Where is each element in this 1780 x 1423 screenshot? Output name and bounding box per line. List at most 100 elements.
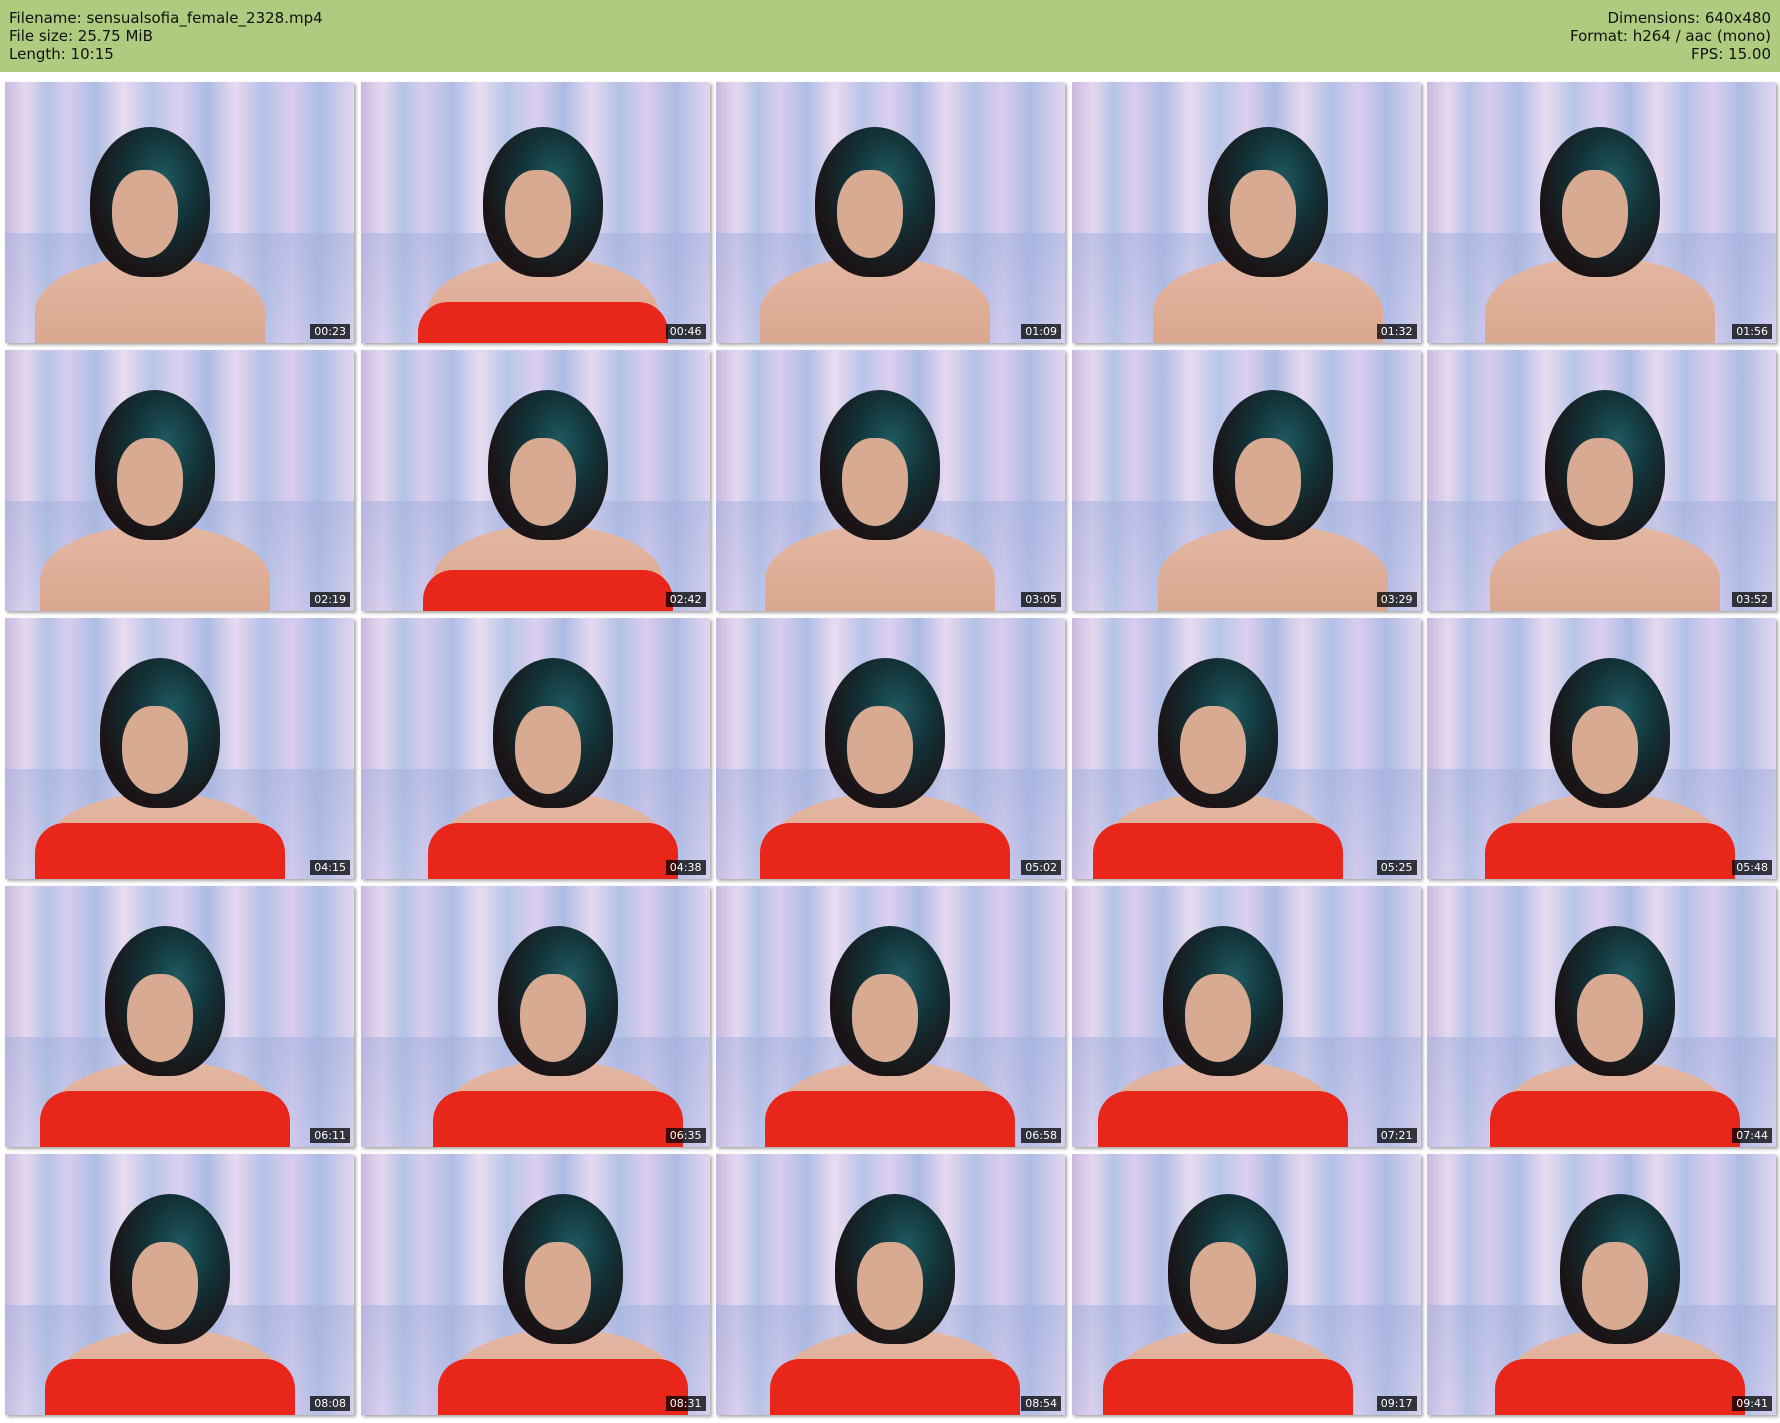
video-frame-thumbnail[interactable]: 01:32 — [1071, 82, 1421, 343]
video-frame-thumbnail[interactable]: 06:58 — [716, 886, 1065, 1147]
person-face — [1582, 1242, 1648, 1330]
person-face — [514, 706, 581, 794]
timestamp-label: 08:31 — [665, 1396, 706, 1411]
person-face — [1179, 706, 1246, 794]
video-frame-thumbnail[interactable]: 02:19 — [5, 350, 354, 611]
timestamp-label: 01:32 — [1376, 324, 1417, 339]
person-face — [127, 974, 193, 1062]
format-label: Format: h264 / aac (mono) — [1570, 27, 1771, 45]
person-face — [524, 1242, 591, 1330]
dimensions-label: Dimensions: 640x480 — [1607, 9, 1771, 27]
timestamp-label: 08:08 — [310, 1396, 350, 1411]
person-face — [504, 170, 571, 258]
timestamp-label: 05:02 — [1021, 860, 1061, 875]
person-face — [117, 438, 183, 526]
video-frame-thumbnail[interactable]: 08:31 — [360, 1154, 710, 1415]
red-dress — [1495, 1359, 1745, 1415]
red-dress — [1490, 1091, 1740, 1147]
video-frame-thumbnail[interactable]: 09:41 — [1427, 1154, 1776, 1415]
timestamp-label: 09:41 — [1732, 1396, 1772, 1411]
header-right-info: Dimensions: 640x480 Format: h264 / aac (… — [1570, 9, 1771, 63]
red-dress — [765, 1091, 1015, 1147]
timestamp-label: 08:54 — [1021, 1396, 1061, 1411]
video-frame-thumbnail[interactable]: 04:15 — [5, 618, 354, 879]
red-dress — [1092, 823, 1343, 879]
timestamp-label: 03:52 — [1732, 592, 1772, 607]
video-frame-thumbnail[interactable]: 03:52 — [1427, 350, 1776, 611]
red-dress — [1097, 1091, 1348, 1147]
timestamp-label: 03:05 — [1021, 592, 1061, 607]
person-face — [1234, 438, 1301, 526]
timestamp-label: 00:46 — [665, 324, 706, 339]
person-face — [1567, 438, 1633, 526]
timestamp-label: 04:38 — [665, 860, 706, 875]
video-frame-thumbnail[interactable]: 05:02 — [716, 618, 1065, 879]
timestamp-label: 04:15 — [310, 860, 350, 875]
video-frame-thumbnail[interactable]: 01:09 — [716, 82, 1065, 343]
person-face — [1189, 1242, 1256, 1330]
video-frame-thumbnail[interactable]: 00:46 — [360, 82, 710, 343]
red-dress — [432, 1091, 683, 1147]
header-left-info: Filename: sensualsofia_female_2328.mp4 F… — [9, 9, 323, 63]
red-dress — [40, 1091, 290, 1147]
length-label: Length: 10:15 — [9, 45, 114, 63]
timestamp-label: 02:19 — [310, 592, 350, 607]
fps-label: FPS: 15.00 — [1691, 45, 1771, 63]
person-face — [842, 438, 908, 526]
person-face — [857, 1242, 923, 1330]
video-frame-thumbnail[interactable]: 03:05 — [716, 350, 1065, 611]
video-frame-thumbnail[interactable]: 00:23 — [5, 82, 354, 343]
person-face — [1184, 974, 1251, 1062]
red-dress — [417, 302, 668, 343]
video-frame-thumbnail[interactable]: 08:54 — [716, 1154, 1065, 1415]
person-face — [132, 1242, 198, 1330]
video-frame-thumbnail[interactable]: 09:17 — [1071, 1154, 1421, 1415]
person-face — [509, 438, 576, 526]
red-dress — [1102, 1359, 1353, 1415]
timestamp-label: 07:44 — [1732, 1128, 1772, 1143]
timestamp-label: 05:48 — [1732, 860, 1772, 875]
contact-sheet-header: Filename: sensualsofia_female_2328.mp4 F… — [0, 0, 1780, 72]
timestamp-label: 00:23 — [310, 324, 350, 339]
timestamp-label: 01:09 — [1021, 324, 1061, 339]
person-face — [1572, 706, 1638, 794]
timestamp-label: 02:42 — [665, 592, 706, 607]
filesize-label: File size: 25.75 MiB — [9, 27, 153, 45]
video-frame-thumbnail[interactable]: 05:48 — [1427, 618, 1776, 879]
timestamp-label: 07:21 — [1376, 1128, 1417, 1143]
red-dress — [422, 570, 673, 611]
timestamp-label: 06:11 — [310, 1128, 350, 1143]
person-face — [852, 974, 918, 1062]
timestamp-label: 09:17 — [1376, 1396, 1417, 1411]
person-face — [122, 706, 188, 794]
timestamp-label: 05:25 — [1376, 860, 1417, 875]
video-frame-thumbnail[interactable]: 07:44 — [1427, 886, 1776, 1147]
video-frame-thumbnail[interactable]: 02:42 — [360, 350, 710, 611]
red-dress — [35, 823, 285, 879]
red-dress — [45, 1359, 295, 1415]
video-frame-thumbnail[interactable]: 06:35 — [360, 886, 710, 1147]
timestamp-label: 01:56 — [1732, 324, 1772, 339]
video-frame-thumbnail[interactable]: 01:56 — [1427, 82, 1776, 343]
video-frame-thumbnail[interactable]: 05:25 — [1071, 618, 1421, 879]
filename-label: Filename: sensualsofia_female_2328.mp4 — [9, 9, 323, 27]
video-frame-thumbnail[interactable]: 07:21 — [1071, 886, 1421, 1147]
red-dress — [427, 823, 678, 879]
video-frame-thumbnail[interactable]: 03:29 — [1071, 350, 1421, 611]
video-frame-thumbnail[interactable]: 06:11 — [5, 886, 354, 1147]
person-face — [112, 170, 178, 258]
red-dress — [437, 1359, 688, 1415]
video-frame-thumbnail[interactable]: 08:08 — [5, 1154, 354, 1415]
timestamp-label: 03:29 — [1376, 592, 1417, 607]
video-frame-thumbnail[interactable]: 04:38 — [360, 618, 710, 879]
person-face — [847, 706, 913, 794]
person-face — [837, 170, 903, 258]
person-face — [519, 974, 586, 1062]
person-face — [1562, 170, 1628, 258]
thumbnail-grid: 00:23 00:46 01:09 01:32 01:56 02:19 02:42 03:05… — [0, 76, 1780, 1423]
person-face — [1229, 170, 1296, 258]
person-face — [1577, 974, 1643, 1062]
timestamp-label: 06:35 — [665, 1128, 706, 1143]
timestamp-label: 06:58 — [1021, 1128, 1061, 1143]
red-dress — [770, 1359, 1020, 1415]
